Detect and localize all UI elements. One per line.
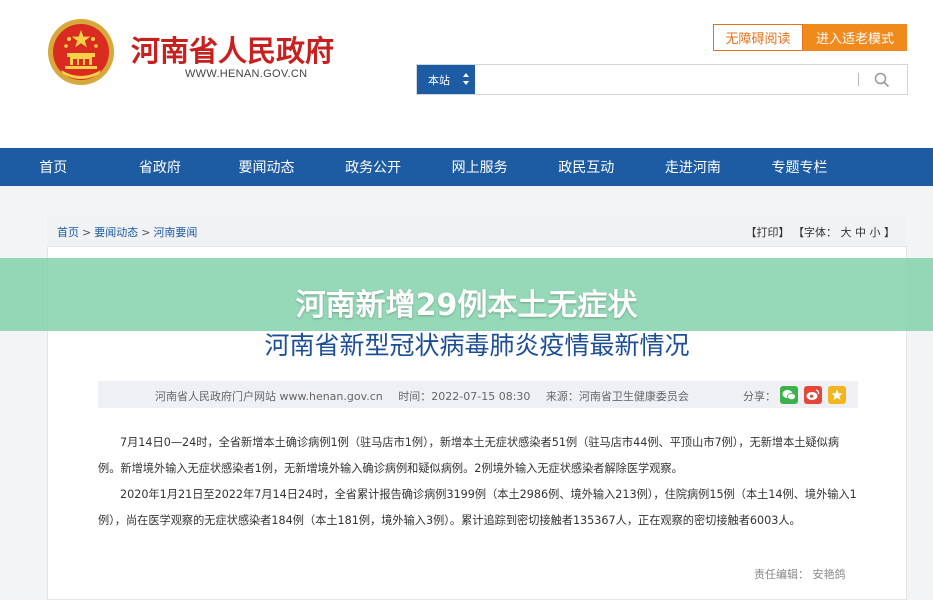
article-paragraph: 2020年1月21日至2022年7月14日24时，全省累计报告确诊病例3199例… bbox=[98, 488, 857, 527]
wechat-icon[interactable] bbox=[780, 386, 798, 404]
sort-arrows-icon bbox=[463, 73, 469, 85]
article-title: 河南省新型冠状病毒肺炎疫情最新情况 bbox=[264, 331, 690, 360]
share-label: 分享： bbox=[743, 390, 776, 403]
site-header: 河南省人民政府 WWW.HENAN.GOV.CN 无障碍阅读 进入适老模式 本站 bbox=[0, 0, 933, 148]
breadcrumb: 首页 > 要闻动态 > 河南要闻 bbox=[57, 224, 197, 240]
font-medium-link[interactable]: 中 bbox=[855, 226, 866, 239]
search-divider bbox=[858, 73, 859, 86]
search-scope-select[interactable]: 本站 bbox=[417, 65, 475, 94]
breadcrumb-bar: 首页 > 要闻动态 > 河南要闻 【打印】 【字体： 大 中 小 】 bbox=[47, 216, 907, 247]
meta-time: 时间：2022-07-15 08:30 bbox=[398, 390, 531, 403]
accessibility-reading-button[interactable]: 无障碍阅读 bbox=[713, 24, 803, 51]
nav-item-interaction[interactable]: 政民互动 bbox=[533, 148, 640, 186]
page: 河南省人民政府 WWW.HENAN.GOV.CN 无障碍阅读 进入适老模式 本站… bbox=[0, 0, 933, 600]
article-tools: 【打印】 【字体： 大 中 小 】 bbox=[746, 224, 896, 240]
search-input[interactable] bbox=[477, 65, 857, 94]
breadcrumb-separator: > bbox=[82, 226, 92, 239]
responsible-editor: 责任编辑： 安艳鸽 bbox=[754, 568, 846, 581]
nav-item-about-henan[interactable]: 走进河南 bbox=[640, 148, 747, 186]
nav-item-news[interactable]: 要闻动态 bbox=[213, 148, 320, 186]
national-emblem-icon bbox=[48, 19, 114, 85]
article-paragraph: 7月14日0—24时，全省新增本土确诊病例1例（驻马店市1例），新增本土无症状感… bbox=[98, 436, 840, 475]
breadcrumb-news[interactable]: 要闻动态 bbox=[94, 226, 138, 239]
elder-mode-button[interactable]: 进入适老模式 bbox=[803, 24, 907, 51]
font-size-close: 】 bbox=[884, 226, 895, 239]
site-title: 河南省人民政府 bbox=[131, 34, 335, 68]
main-nav: 首页 省政府 要闻动态 政务公开 网上服务 政民互动 走进河南 专题专栏 bbox=[0, 148, 933, 186]
search-box: 本站 bbox=[416, 64, 908, 95]
nav-item-gov-affairs[interactable]: 政务公开 bbox=[320, 148, 427, 186]
search-icon[interactable] bbox=[873, 71, 891, 89]
headline-overlay: 河南新增29例本土无症状 bbox=[295, 288, 638, 323]
article-body: 7月14日0—24时，全省新增本土确诊病例1例（驻马店市1例），新增本土无症状感… bbox=[98, 430, 860, 534]
weibo-icon[interactable] bbox=[804, 386, 822, 404]
breadcrumb-henan-news[interactable]: 河南要闻 bbox=[153, 226, 197, 239]
article-meta: 河南省人民政府门户网站 www.henan.gov.cn 时间：2022-07-… bbox=[155, 388, 701, 404]
nav-item-topics[interactable]: 专题专栏 bbox=[746, 148, 853, 186]
article-meta-bar: 河南省人民政府门户网站 www.henan.gov.cn 时间：2022-07-… bbox=[98, 381, 858, 408]
font-small-link[interactable]: 小 bbox=[870, 226, 881, 239]
font-size-label: 【字体： bbox=[793, 226, 837, 239]
breadcrumb-separator: > bbox=[141, 226, 151, 239]
nav-item-home[interactable]: 首页 bbox=[0, 148, 107, 186]
meta-origin: 来源：河南省卫生健康委员会 bbox=[545, 390, 689, 403]
qzone-icon[interactable] bbox=[828, 386, 846, 404]
nav-item-online-services[interactable]: 网上服务 bbox=[426, 148, 533, 186]
search-scope-label: 本站 bbox=[428, 73, 450, 87]
meta-source-site: 河南省人民政府门户网站 www.henan.gov.cn bbox=[155, 390, 383, 403]
breadcrumb-home[interactable]: 首页 bbox=[57, 226, 79, 239]
font-large-link[interactable]: 大 bbox=[841, 226, 852, 239]
site-url: WWW.HENAN.GOV.CN bbox=[185, 68, 308, 80]
print-link[interactable]: 【打印】 bbox=[746, 226, 790, 239]
nav-item-provincial-gov[interactable]: 省政府 bbox=[107, 148, 214, 186]
